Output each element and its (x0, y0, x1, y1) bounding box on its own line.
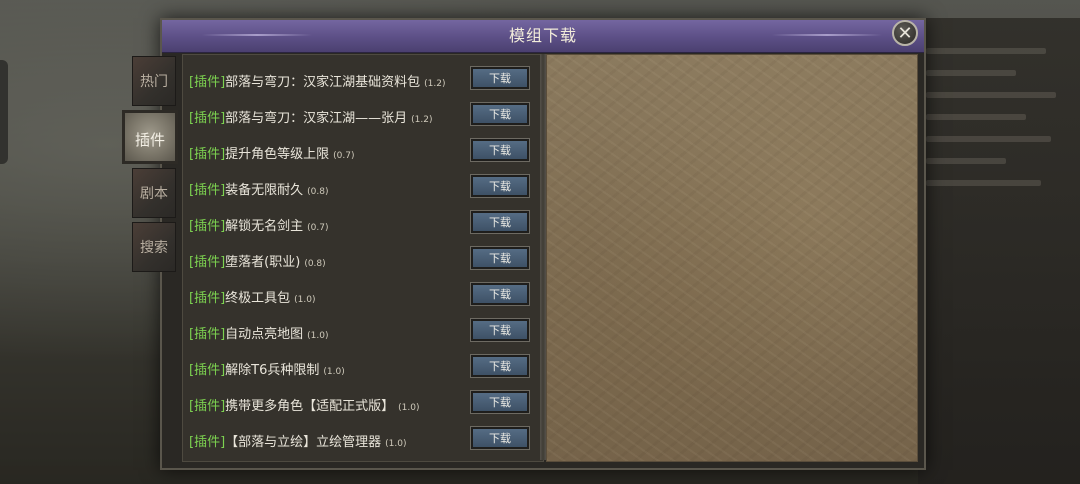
mod-label: [插件]部落与弯刀：汉家江湖——张月 (1.2) (189, 107, 433, 126)
mod-label: [插件]部落与弯刀：汉家江湖基础资料包 (1.2) (189, 71, 446, 90)
mod-version: (1.2) (411, 115, 433, 125)
dialog-title-bar: 模组下载 (162, 20, 924, 53)
mod-name: 终极工具包 (225, 291, 291, 306)
mod-version: (1.0) (294, 295, 316, 305)
tab-hot[interactable]: 热门 (132, 56, 176, 106)
background-right-panel (918, 18, 1080, 484)
download-button[interactable]: 下载 (470, 426, 530, 450)
download-button[interactable]: 下载 (470, 390, 530, 414)
tab-plugins[interactable]: 插件 (122, 110, 178, 164)
download-button[interactable]: 下载 (470, 102, 530, 126)
list-item: [插件]部落与弯刀：汉家江湖基础资料包 (1.2) 下载 (189, 66, 535, 95)
list-item: [插件]解锁无名剑主 (0.7) 下载 (189, 210, 535, 239)
download-button[interactable]: 下载 (470, 174, 530, 198)
mod-preview-image (546, 54, 918, 462)
mod-name: 堕落者(职业) (225, 255, 301, 270)
tab-search[interactable]: 搜索 (132, 222, 176, 272)
side-handle[interactable] (0, 60, 8, 164)
download-button[interactable]: 下载 (470, 210, 530, 234)
mod-tag: [插件] (189, 75, 226, 90)
mod-name: 解锁无名剑主 (225, 219, 304, 234)
mod-tag: [插件] (189, 363, 226, 378)
mod-version: (0.7) (307, 223, 329, 233)
mod-tag: [插件] (189, 435, 226, 450)
mod-tag: [插件] (189, 291, 226, 306)
mod-label: [插件]携带更多角色【适配正式版】 (1.0) (189, 395, 420, 414)
mod-tag: [插件] (189, 327, 226, 342)
mod-name: 【部落与立绘】立绘管理器 (225, 435, 382, 450)
mod-name: 自动点亮地图 (225, 327, 304, 342)
download-button[interactable]: 下载 (470, 246, 530, 270)
list-item: [插件]终极工具包 (1.0) 下载 (189, 282, 535, 311)
mod-version: (0.8) (304, 259, 326, 269)
preview-texture (547, 55, 917, 461)
mod-tag: [插件] (189, 219, 226, 234)
mod-label: [插件]解锁无名剑主 (0.7) (189, 215, 329, 234)
mod-version: (1.0) (307, 331, 329, 341)
mod-tag: [插件] (189, 399, 226, 414)
title-flourish-right (772, 34, 882, 36)
list-item: [插件]堕落者(职业) (0.8) 下载 (189, 246, 535, 275)
mod-version: (1.0) (398, 403, 420, 413)
mod-label: [插件]【部落与立绘】立绘管理器 (1.0) (189, 431, 407, 450)
mod-name: 部落与弯刀：汉家江湖基础资料包 (225, 75, 421, 90)
mod-label: [插件]终极工具包 (1.0) (189, 287, 316, 306)
mod-name: 提升角色等级上限 (225, 147, 330, 162)
list-item: [插件]【部落与立绘】立绘管理器 (1.0) 下载 (189, 426, 535, 455)
mod-version: (1.2) (424, 79, 446, 89)
mod-tag: [插件] (189, 111, 226, 126)
close-button[interactable]: ✕ (892, 20, 918, 46)
mod-version: (0.7) (333, 151, 355, 161)
mod-name: 装备无限耐久 (225, 183, 304, 198)
download-button[interactable]: 下载 (470, 66, 530, 90)
download-button[interactable]: 下载 (470, 318, 530, 342)
mod-name: 解除T6兵种限制 (225, 363, 320, 378)
mod-name: 部落与弯刀：汉家江湖——张月 (225, 111, 408, 126)
mod-tag: [插件] (189, 255, 226, 270)
list-item: [插件]部落与弯刀：汉家江湖——张月 (1.2) 下载 (189, 102, 535, 131)
mod-label: [插件]解除T6兵种限制 (1.0) (189, 359, 345, 378)
dialog-title: 模组下载 (508, 26, 577, 45)
download-button[interactable]: 下载 (470, 138, 530, 162)
mod-label: [插件]装备无限耐久 (0.8) (189, 179, 329, 198)
list-item: [插件]提升角色等级上限 (0.7) 下载 (189, 138, 535, 167)
list-item: [插件]自动点亮地图 (1.0) 下载 (189, 318, 535, 347)
download-button[interactable]: 下载 (470, 354, 530, 378)
mod-list: [插件]部落与弯刀：汉家江湖基础资料包 (1.2) 下载 [插件]部落与弯刀：汉家… (182, 54, 544, 462)
mod-version: (1.0) (323, 367, 345, 377)
mod-name: 携带更多角色【适配正式版】 (225, 399, 395, 414)
list-item: [插件]解除T6兵种限制 (1.0) 下载 (189, 354, 535, 383)
close-icon: ✕ (897, 23, 913, 44)
mod-label: [插件]堕落者(职业) (0.8) (189, 251, 326, 270)
tab-scripts[interactable]: 剧本 (132, 168, 176, 218)
download-button[interactable]: 下载 (470, 282, 530, 306)
mod-label: [插件]自动点亮地图 (1.0) (189, 323, 329, 342)
mod-tag: [插件] (189, 183, 226, 198)
list-item: [插件]携带更多角色【适配正式版】 (1.0) 下载 (189, 390, 535, 419)
mod-label: [插件]提升角色等级上限 (0.7) (189, 143, 355, 162)
mod-version: (0.8) (307, 187, 329, 197)
mod-version: (1.0) (385, 439, 407, 449)
list-item: [插件]装备无限耐久 (0.8) 下载 (189, 174, 535, 203)
mod-tag: [插件] (189, 147, 226, 162)
